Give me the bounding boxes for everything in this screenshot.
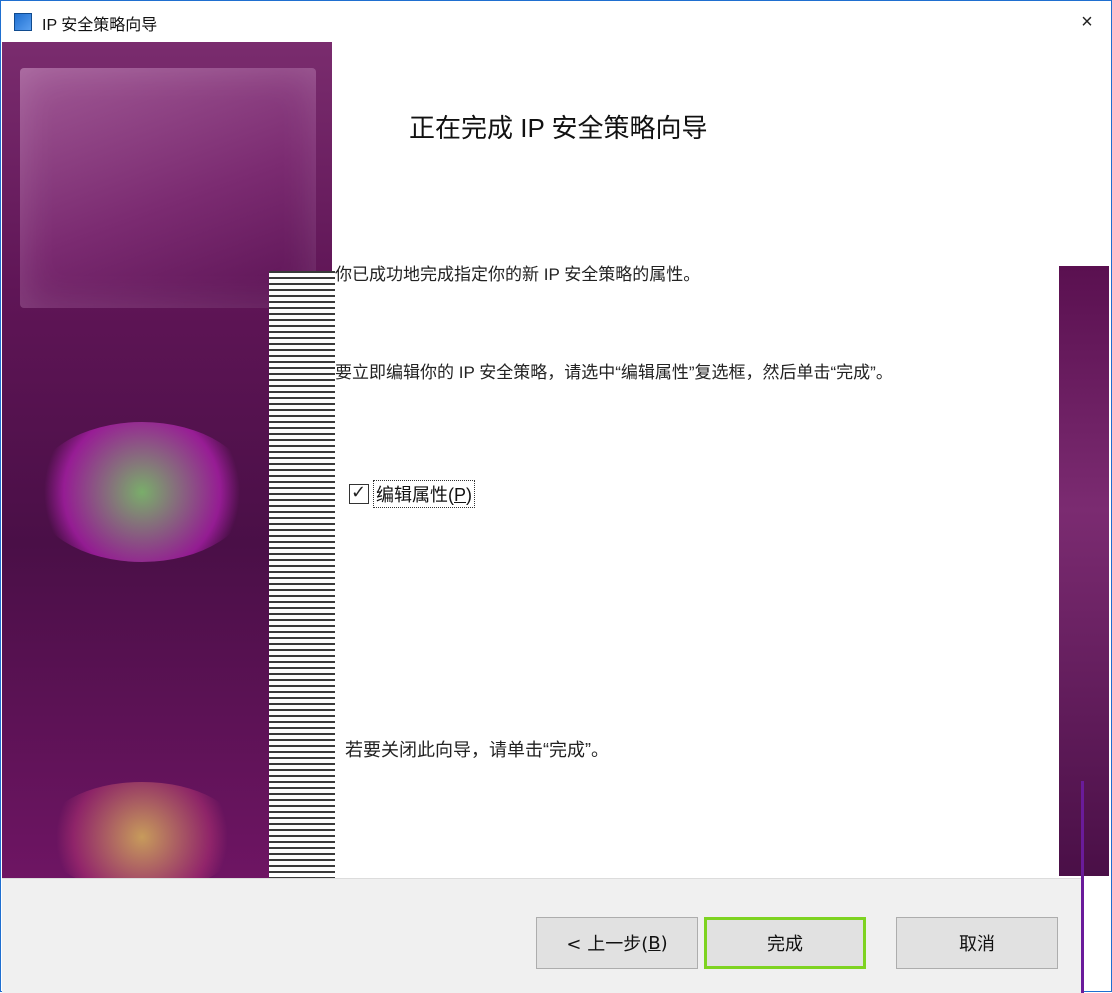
edge-art (1059, 266, 1109, 876)
wizard-content: 正在完成 IP 安全策略向导 你已成功地完成指定你的新 IP 安全策略的属性。 … (335, 42, 1059, 878)
wizard-window: IP 安全策略向导 × 正在完成 IP 安全策略向导 你已成功地完成指定你的新 … (0, 0, 1112, 993)
banner-stripes (269, 271, 335, 878)
edit-properties-label-suffix: ) (466, 485, 473, 505)
window-title: IP 安全策略向导 (42, 17, 158, 34)
success-text: 你已成功地完成指定你的新 IP 安全策略的属性。 (335, 265, 701, 284)
back-button[interactable]: < 上一步(B) (536, 917, 698, 969)
edit-properties-checkbox-row[interactable]: ✓ 编辑属性(P) (349, 480, 476, 508)
shield-icon (14, 13, 32, 31)
check-icon: ✓ (351, 482, 367, 502)
banner-glow (32, 422, 252, 562)
close-icon[interactable]: × (1064, 2, 1110, 42)
edit-properties-checkbox[interactable]: ✓ (349, 482, 369, 504)
back-button-suffix: ) (660, 932, 668, 954)
frame-edge (1081, 781, 1084, 993)
banner-glow (42, 782, 242, 878)
edit-instruction-text: 要立即编辑你的 IP 安全策略，请选中“编辑属性”复选框，然后单击“完成”。 (335, 363, 893, 382)
back-button-label: < 上一步( (566, 934, 649, 955)
edit-properties-label[interactable]: 编辑属性(P) (373, 480, 476, 508)
cancel-button[interactable]: 取消 (896, 917, 1058, 969)
page-title: 正在完成 IP 安全策略向导 (409, 113, 708, 143)
title-bar: IP 安全策略向导 × (2, 2, 1110, 42)
finish-button[interactable]: 完成 (704, 917, 866, 969)
edit-properties-hotkey: P (454, 485, 467, 505)
button-bar: < 上一步(B) 完成 取消 (2, 878, 1082, 993)
close-instruction-text: 若要关闭此向导，请单击“完成”。 (345, 740, 609, 760)
back-button-hotkey: B (648, 932, 661, 954)
edit-properties-label-text: 编辑属性( (376, 485, 454, 505)
